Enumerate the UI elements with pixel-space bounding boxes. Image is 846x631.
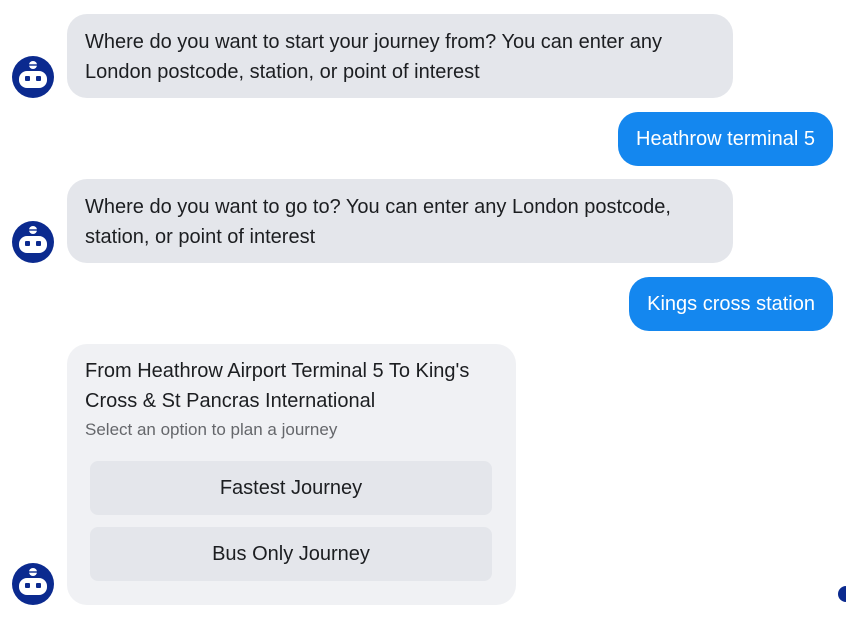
user-message: Kings cross station — [629, 277, 833, 331]
journey-card-title: From Heathrow Airport Terminal 5 To King… — [85, 360, 470, 412]
bot-avatar-icon — [12, 221, 54, 263]
read-receipt-avatar-icon — [838, 586, 846, 602]
bus-only-journey-button[interactable]: Bus Only Journey — [90, 527, 492, 581]
journey-card-subtitle: Select an option to plan a journey — [85, 420, 338, 439]
user-message-text: Kings cross station — [647, 293, 815, 315]
bot-message-text: Where do you want to start your journey … — [85, 31, 662, 83]
bot-message: Where do you want to start your journey … — [67, 14, 733, 98]
user-message: Heathrow terminal 5 — [618, 112, 833, 166]
bot-message-text: Where do you want to go to? You can ente… — [85, 196, 671, 248]
user-message-text: Heathrow terminal 5 — [636, 128, 815, 150]
bot-avatar-icon — [12, 563, 54, 605]
fastest-journey-button[interactable]: Fastest Journey — [90, 461, 492, 515]
journey-options-card: From Heathrow Airport Terminal 5 To King… — [67, 344, 516, 605]
bot-message: Where do you want to go to? You can ente… — [67, 179, 733, 263]
bot-avatar-icon — [12, 56, 54, 98]
